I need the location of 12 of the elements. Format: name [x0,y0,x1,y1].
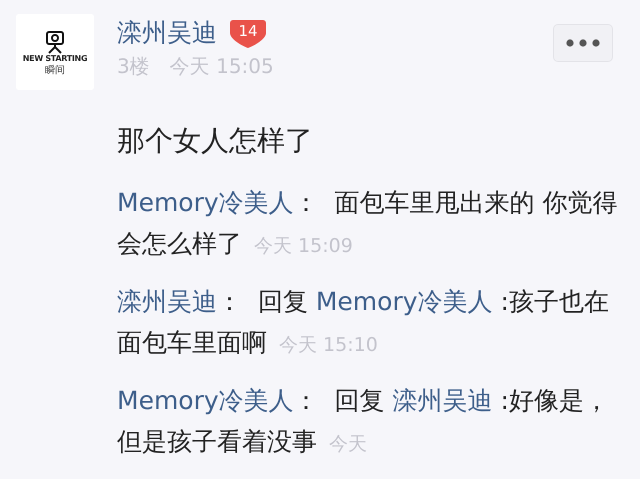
logo-text: NEW STARTING [22,54,88,62]
more-button[interactable] [553,24,613,62]
reply-to-link[interactable]: 滦州吴迪 [392,386,493,415]
logo-subtext: 瞬间 [45,64,65,76]
author-name[interactable]: 滦州吴迪 [117,16,217,49]
more-icon [566,39,600,47]
reply-to-link[interactable]: Memory冷美人 [316,287,493,316]
post-content: 那个女人怎样了 [117,123,314,159]
avatar[interactable]: NEW STARTING 瞬间 [16,14,94,90]
reply-author-link[interactable]: Memory冷美人 [117,188,294,217]
reply-author-link[interactable]: Memory冷美人 [117,386,294,415]
reply-author-link[interactable]: 滦州吴迪 [117,287,217,316]
